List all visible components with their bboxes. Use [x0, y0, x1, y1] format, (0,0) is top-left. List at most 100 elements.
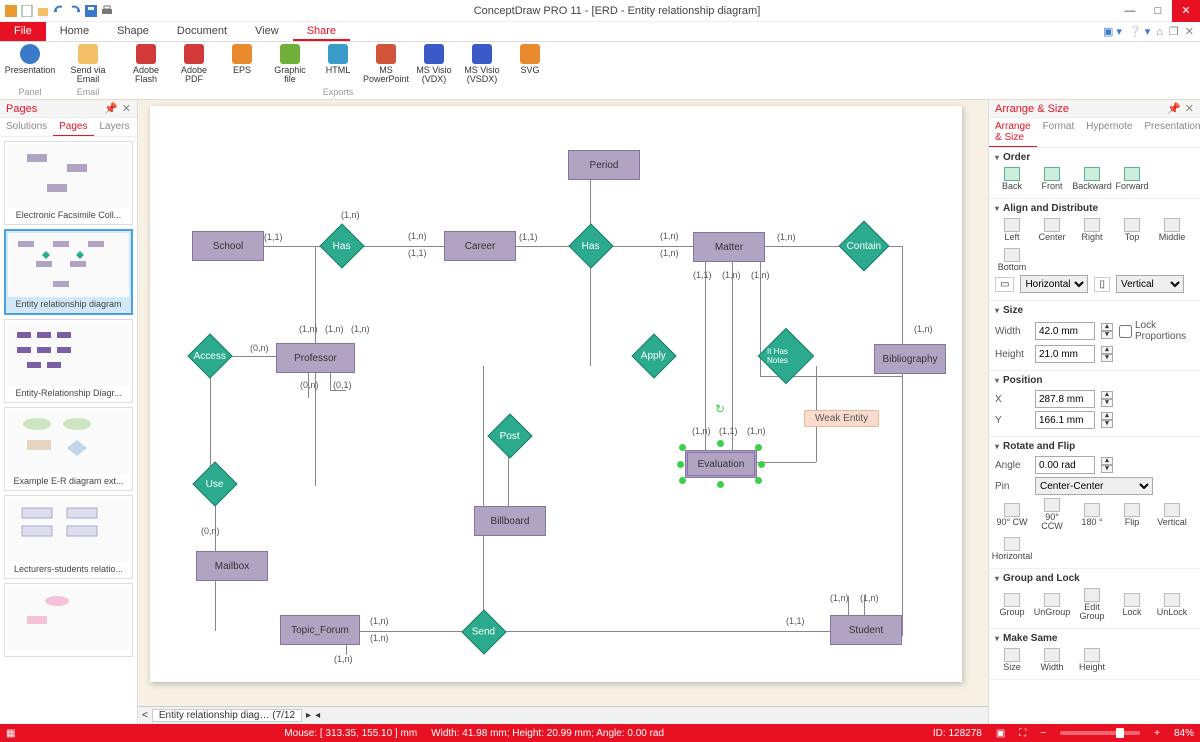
- zoom-out-button[interactable]: −: [1040, 728, 1046, 739]
- rotate-cw-button[interactable]: 90° CW: [995, 503, 1029, 527]
- unlock-button[interactable]: UnLock: [1155, 593, 1189, 617]
- export-graphic-button[interactable]: Graphic file: [270, 44, 310, 84]
- spin-down[interactable]: ▾: [1101, 399, 1113, 407]
- relation-contain[interactable]: Contain: [839, 221, 890, 272]
- panel-tab-layers[interactable]: Layers: [94, 118, 136, 136]
- status-layout-icon[interactable]: ▦: [6, 728, 15, 739]
- close-button[interactable]: ✕: [1172, 0, 1200, 22]
- maximize-button[interactable]: □: [1144, 0, 1172, 22]
- presentation-button[interactable]: Presentation: [10, 44, 50, 75]
- tab-file[interactable]: File: [0, 22, 46, 41]
- section-position[interactable]: Position: [995, 375, 1194, 386]
- section-makesame[interactable]: Make Same: [995, 633, 1194, 644]
- export-html-button[interactable]: HTML: [318, 44, 358, 84]
- new-icon[interactable]: [20, 4, 34, 18]
- flip-button[interactable]: Flip: [1115, 503, 1149, 527]
- rotate-ccw-button[interactable]: 90° CCW: [1035, 498, 1069, 531]
- order-back-button[interactable]: Back: [995, 167, 1029, 191]
- close-panel-icon[interactable]: ✕: [1185, 102, 1194, 115]
- align-center-button[interactable]: Center: [1035, 218, 1069, 242]
- export-vdx-button[interactable]: MS Visio (VDX): [414, 44, 454, 84]
- tab-prev-icon[interactable]: <: [142, 710, 148, 721]
- section-rotate[interactable]: Rotate and Flip: [995, 441, 1194, 452]
- rotation-handle-icon[interactable]: ↻: [715, 402, 725, 416]
- cloud-icon[interactable]: ▣ ▾: [1103, 25, 1122, 38]
- pos-x-input[interactable]: [1035, 390, 1095, 408]
- pin-select[interactable]: Center-Center: [1035, 477, 1153, 495]
- section-order[interactable]: Order: [995, 152, 1194, 163]
- makesame-width-button[interactable]: Width: [1035, 648, 1069, 672]
- edit-group-button[interactable]: Edit Group: [1075, 588, 1109, 621]
- section-size[interactable]: Size: [995, 305, 1194, 316]
- spin-up[interactable]: ▴: [1101, 323, 1113, 331]
- tab-home[interactable]: Home: [46, 22, 103, 41]
- page-thumb[interactable]: Example E-R diagram ext...: [4, 407, 133, 491]
- arrange-tab-presentation[interactable]: Presentation: [1138, 118, 1200, 147]
- pin-icon[interactable]: 📌: [1167, 102, 1181, 115]
- entity-school[interactable]: School: [192, 231, 264, 261]
- spin-up[interactable]: ▴: [1101, 457, 1113, 465]
- lock-proportions-checkbox[interactable]: [1119, 325, 1132, 338]
- flip-v-button[interactable]: Vertical: [1155, 503, 1189, 527]
- distribute-h-icon[interactable]: ▭: [995, 277, 1014, 292]
- distribute-h-select[interactable]: Horizontal: [1020, 275, 1088, 293]
- arrange-tab-hypernote[interactable]: Hypernote: [1080, 118, 1138, 147]
- entity-billboard[interactable]: Billboard: [474, 506, 546, 536]
- arrange-tab-arrange[interactable]: Arrange & Size: [989, 118, 1037, 147]
- document-tab[interactable]: Entity relationship diag… (7/12: [152, 709, 302, 722]
- tab-document[interactable]: Document: [163, 22, 241, 41]
- spin-down[interactable]: ▾: [1101, 354, 1113, 362]
- section-group[interactable]: Group and Lock: [995, 573, 1194, 584]
- makesame-size-button[interactable]: Size: [995, 648, 1029, 672]
- order-backward-button[interactable]: Backward: [1075, 167, 1109, 191]
- zoom-in-button[interactable]: +: [1154, 728, 1160, 739]
- pages-list[interactable]: Electronic Facsimile Coll... Entity rela…: [0, 137, 137, 724]
- entity-student[interactable]: Student: [830, 615, 902, 645]
- align-middle-button[interactable]: Middle: [1155, 218, 1189, 242]
- entity-professor[interactable]: Professor: [276, 343, 355, 373]
- tab-view[interactable]: View: [241, 22, 293, 41]
- height-input[interactable]: [1035, 345, 1095, 363]
- align-left-button[interactable]: Left: [995, 218, 1029, 242]
- panel-tab-solutions[interactable]: Solutions: [0, 118, 53, 136]
- width-input[interactable]: [1035, 322, 1095, 340]
- mdi-close-icon[interactable]: ✕: [1185, 25, 1194, 38]
- group-button[interactable]: Group: [995, 593, 1029, 617]
- relation-send[interactable]: Send: [461, 609, 506, 654]
- panel-tab-pages[interactable]: Pages: [53, 118, 93, 136]
- entity-bibliography[interactable]: Bibliography: [874, 344, 946, 374]
- spin-down[interactable]: ▾: [1101, 331, 1113, 339]
- section-align[interactable]: Align and Distribute: [995, 203, 1194, 214]
- flip-h-button[interactable]: Horizontal: [995, 537, 1029, 561]
- entity-mailbox[interactable]: Mailbox: [196, 551, 268, 581]
- pos-y-input[interactable]: [1035, 411, 1095, 429]
- undo-icon[interactable]: [52, 4, 66, 18]
- tab-share[interactable]: Share: [293, 22, 350, 41]
- close-panel-icon[interactable]: ✕: [122, 102, 131, 115]
- export-pdf-button[interactable]: Adobe PDF: [174, 44, 214, 84]
- relation-apply[interactable]: Apply: [631, 333, 676, 378]
- align-top-button[interactable]: Top: [1115, 218, 1149, 242]
- ungroup-button[interactable]: UnGroup: [1035, 593, 1069, 617]
- spin-down[interactable]: ▾: [1101, 420, 1113, 428]
- relation-post[interactable]: Post: [487, 413, 532, 458]
- status-fit-icon[interactable]: ▣: [996, 728, 1005, 739]
- order-forward-button[interactable]: Forward: [1115, 167, 1149, 191]
- mdi-restore-icon[interactable]: ❐: [1169, 25, 1179, 38]
- export-ppt-button[interactable]: MS PowerPoint: [366, 44, 406, 84]
- order-front-button[interactable]: Front: [1035, 167, 1069, 191]
- spin-up[interactable]: ▴: [1101, 412, 1113, 420]
- relation-use[interactable]: Use: [192, 461, 237, 506]
- spin-up[interactable]: ▴: [1101, 391, 1113, 399]
- minimize-button[interactable]: —: [1116, 0, 1144, 22]
- export-vsdx-button[interactable]: MS Visio (VSDX): [462, 44, 502, 84]
- redo-icon[interactable]: [68, 4, 82, 18]
- arrange-tab-format[interactable]: Format: [1037, 118, 1081, 147]
- mdi-home-icon[interactable]: ⌂: [1156, 26, 1163, 38]
- tab-next-icon[interactable]: ▸: [306, 710, 311, 721]
- tab-scroll-left-icon[interactable]: ◂: [315, 710, 320, 721]
- export-eps-button[interactable]: EPS: [222, 44, 262, 84]
- canvas[interactable]: Period School Career Matter Bibliography…: [150, 106, 962, 682]
- rotate-180-button[interactable]: 180 °: [1075, 503, 1109, 527]
- spin-down[interactable]: ▾: [1101, 465, 1113, 473]
